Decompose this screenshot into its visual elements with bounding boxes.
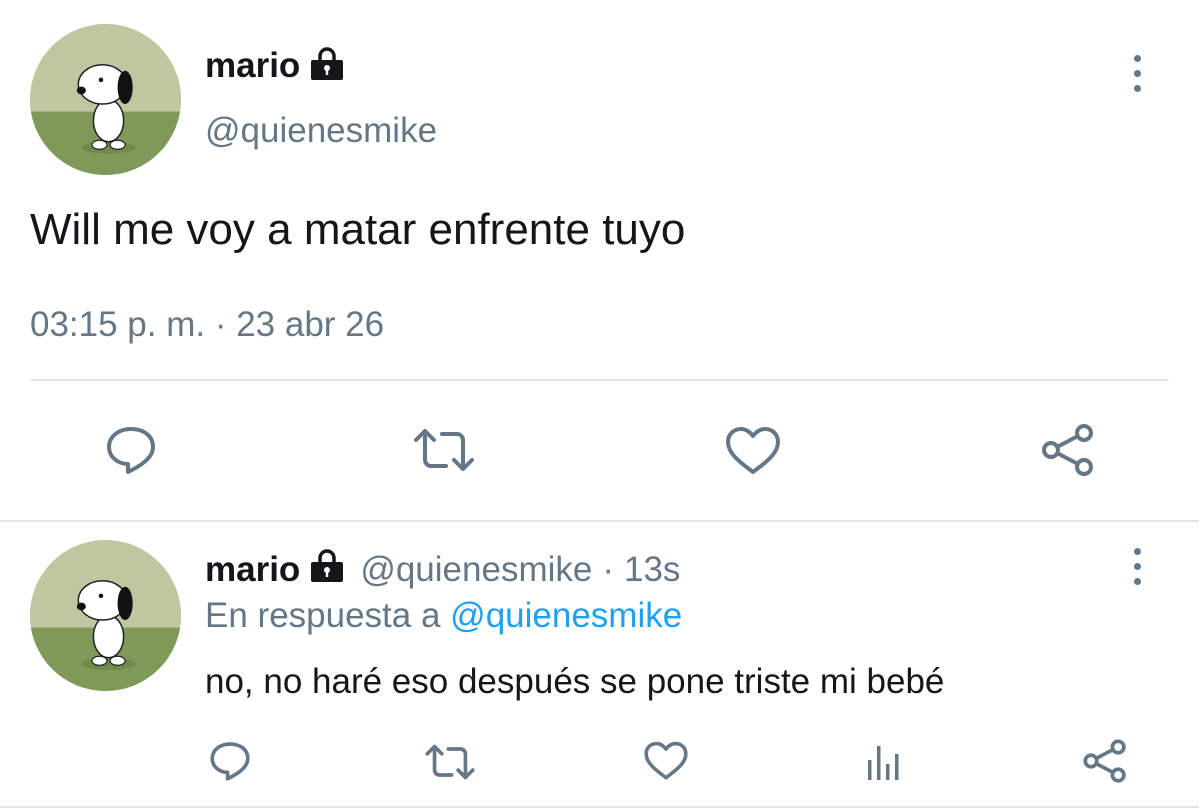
tweet-timestamp[interactable]: 03:15 p. m. · 23 abr 26: [30, 305, 384, 345]
analytics-icon[interactable]: [864, 740, 904, 782]
more-options-icon[interactable]: [1133, 548, 1141, 585]
author-row: mario: [205, 44, 346, 88]
in-reply-handle-link[interactable]: @quienesmike: [450, 596, 682, 635]
tweet-text: Will me voy a matar enfrente tuyo: [30, 205, 686, 254]
meta-separator: ·: [602, 550, 614, 589]
more-options-icon[interactable]: [1133, 55, 1141, 92]
like-icon[interactable]: [643, 741, 689, 781]
lock-icon: [308, 548, 346, 592]
author-handle[interactable]: @quienesmike: [360, 550, 592, 590]
author-name[interactable]: mario: [205, 46, 300, 86]
share-icon[interactable]: [1040, 422, 1096, 478]
retweet-icon[interactable]: [424, 742, 476, 782]
author-name[interactable]: mario: [205, 550, 300, 590]
reply-author-row: mario @quienesmike · 13s: [205, 548, 680, 592]
retweet-icon[interactable]: [412, 426, 476, 474]
snoopy-avatar-image: [30, 540, 181, 691]
avatar[interactable]: [30, 24, 181, 175]
snoopy-avatar-image: [30, 24, 181, 175]
like-icon[interactable]: [724, 426, 782, 476]
in-reply-to: En respuesta a @quienesmike: [205, 596, 682, 636]
tweet-text: no, no haré eso después se pone triste m…: [205, 662, 945, 701]
divider: [0, 520, 1199, 522]
avatar[interactable]: [30, 540, 181, 691]
author-handle[interactable]: @quienesmike: [205, 111, 437, 151]
tweet-age: 13s: [624, 550, 681, 589]
reply-icon[interactable]: [208, 740, 252, 782]
divider: [0, 806, 1199, 808]
divider: [30, 379, 1169, 381]
reply-icon[interactable]: [104, 424, 158, 476]
lock-icon: [308, 46, 346, 86]
in-reply-prefix: En respuesta a: [205, 596, 441, 635]
share-icon[interactable]: [1082, 738, 1128, 784]
